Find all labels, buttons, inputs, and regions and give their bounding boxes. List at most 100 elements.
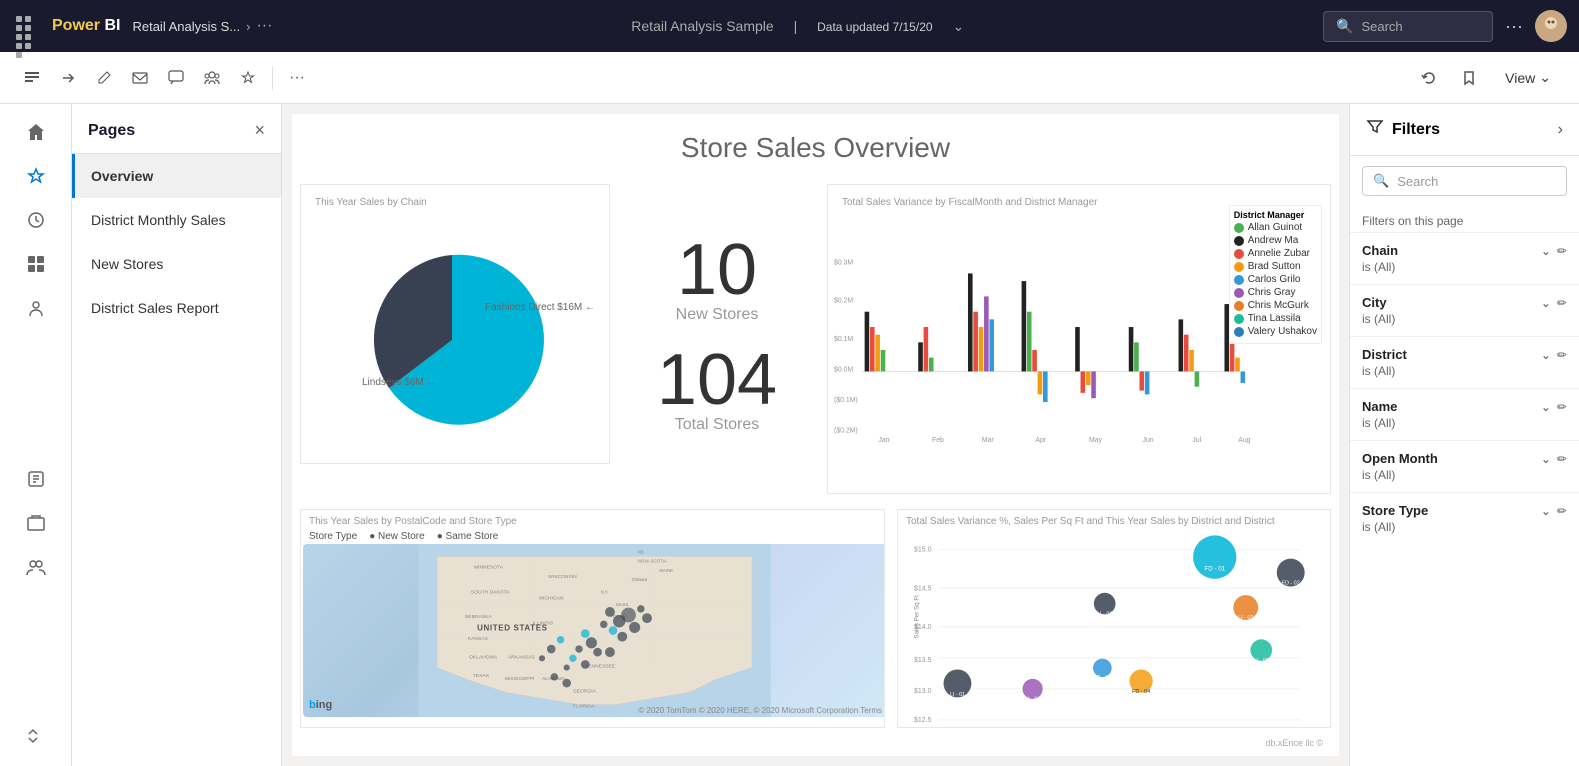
dm-legend-item: Tina Lassila xyxy=(1234,313,1317,324)
chat-button[interactable] xyxy=(160,62,192,94)
page-item-new-stores[interactable]: New Stores xyxy=(72,242,281,286)
svg-text:Aug: Aug xyxy=(1238,437,1250,444)
edit-button[interactable] xyxy=(88,62,120,94)
sidebar-people-icon[interactable] xyxy=(16,288,56,328)
filter-chevron-icon[interactable]: ⌄ xyxy=(1541,296,1551,310)
bar-group-jan: Jan xyxy=(865,312,890,444)
chevron-down-icon[interactable]: ⌄ xyxy=(952,18,964,34)
filter-edit-icon[interactable]: ✏ xyxy=(1557,244,1567,258)
mail-button[interactable] xyxy=(124,62,156,94)
pages-title: Pages xyxy=(88,122,135,140)
sidebar-learn-icon[interactable] xyxy=(16,459,56,499)
title-separator: | xyxy=(794,18,798,34)
filter-edit-icon[interactable]: ✏ xyxy=(1557,296,1567,310)
sidebar-favorites-icon[interactable] xyxy=(16,156,56,196)
filter-edit-icon[interactable]: ✏ xyxy=(1557,400,1567,414)
filter-search[interactable]: 🔍 Search xyxy=(1362,166,1567,196)
sidebar-home-icon[interactable] xyxy=(16,112,56,152)
svg-text:GEORGIA: GEORGIA xyxy=(573,688,597,694)
svg-text:Mar: Mar xyxy=(982,437,995,444)
page-item-district-sales[interactable]: District Sales Report xyxy=(72,286,281,330)
sidebar-recent-icon[interactable] xyxy=(16,200,56,240)
sidebar-workspace-icon[interactable] xyxy=(16,503,56,543)
same-store-legend: ● Same Store xyxy=(437,531,499,542)
svg-text:FD - 01: FD - 01 xyxy=(1204,565,1225,572)
filters-title: Filters xyxy=(1366,118,1440,141)
svg-text:$0.2M: $0.2M xyxy=(834,298,853,305)
avatar[interactable] xyxy=(1535,10,1567,42)
svg-text:NEBRASKA: NEBRASKA xyxy=(465,614,493,620)
reading-view-button[interactable] xyxy=(16,62,48,94)
page-item-district-monthly[interactable]: District Monthly Sales xyxy=(72,198,281,242)
svg-text:$0.0M: $0.0M xyxy=(834,366,853,373)
sidebar-expand-icon[interactable] xyxy=(16,718,56,758)
svg-text:$13.5: $13.5 xyxy=(914,657,932,664)
svg-text:$0.1M: $0.1M xyxy=(834,336,853,343)
page-item-overview[interactable]: Overview xyxy=(72,154,281,198)
filter-chevron-icon[interactable]: ⌄ xyxy=(1541,504,1551,518)
chevron-down-icon: ⌄ xyxy=(1539,69,1551,86)
new-store-legend: ● New Store xyxy=(369,531,425,542)
sidebar-apps-icon[interactable] xyxy=(16,244,56,284)
nav-more-button[interactable]: ··· xyxy=(1505,16,1523,37)
breadcrumb-more[interactable]: ··· xyxy=(256,17,272,35)
kpi-total-stores-value: 104 xyxy=(622,344,812,416)
attribution: db.xEnce llc © xyxy=(1265,738,1323,748)
filter-chevron-icon[interactable]: ⌄ xyxy=(1541,244,1551,258)
svg-text:LI - 02: LI - 02 xyxy=(1097,611,1112,617)
bar-group-may: May xyxy=(1075,327,1102,444)
top-nav: Power BI Retail Analysis S... › ··· Reta… xyxy=(0,0,1579,52)
svg-text:MISSISSIPPI: MISSISSIPPI xyxy=(505,676,534,682)
filter-chevron-icon[interactable]: ⌄ xyxy=(1541,452,1551,466)
svg-text:KANSAS: KANSAS xyxy=(468,636,489,642)
svg-text:$0.3M: $0.3M xyxy=(834,259,853,266)
search-box-nav[interactable]: 🔍 Search xyxy=(1323,11,1493,42)
dm-legend-item: Valery Ushakov xyxy=(1234,326,1317,337)
map-background: MINNESOTA SOUTH DAKOTA WISCONSIN MICHIGA… xyxy=(303,544,885,717)
dm-legend-item: Andrew Ma xyxy=(1234,235,1317,246)
team-button[interactable] xyxy=(196,62,228,94)
dm-legend-item: Annelie Zubar xyxy=(1234,248,1317,259)
filter-chevron-icon[interactable]: ⌄ xyxy=(1541,348,1551,362)
pages-close-button[interactable]: × xyxy=(254,120,265,141)
svg-text:FD - 04: FD - 04 xyxy=(1132,689,1150,695)
dm-legend-item: Carlos Grilo xyxy=(1234,274,1317,285)
svg-text:LI - 04: LI - 04 xyxy=(1025,697,1040,703)
breadcrumb-separator: › xyxy=(246,19,250,34)
arrow-right-button[interactable] xyxy=(52,62,84,94)
filter-edit-icon[interactable]: ✏ xyxy=(1557,348,1567,362)
svg-text:ARKANSAS: ARKANSAS xyxy=(508,654,536,660)
filter-store-type: Store Type ⌄ ✏ is (All) xyxy=(1350,492,1579,544)
bookmark-button[interactable] xyxy=(1453,62,1485,94)
filter-name: Name ⌄ ✏ is (All) xyxy=(1350,388,1579,440)
filter-chain: Chain ⌄ ✏ is (All) xyxy=(1350,232,1579,284)
filter-edit-icon[interactable]: ✏ xyxy=(1557,452,1567,466)
svg-text:NB: NB xyxy=(638,549,644,554)
map-copyright: © 2020 TomTom © 2020 HERE, © 2020 Micros… xyxy=(638,706,882,715)
star-button[interactable] xyxy=(232,62,264,94)
filter-search-placeholder: Search xyxy=(1397,174,1438,189)
filters-on-page-label: Filters on this page xyxy=(1350,206,1579,232)
pie-chart: Fashions Direct $16M ← Lindseys $6M → xyxy=(307,210,597,450)
map-section: This Year Sales by PostalCode and Store … xyxy=(300,509,885,728)
dm-legend-item: Brad Sutton xyxy=(1234,261,1317,272)
view-label: View xyxy=(1505,70,1535,86)
undo-button[interactable] xyxy=(1413,62,1445,94)
filter-chevron-icon[interactable]: ⌄ xyxy=(1541,400,1551,414)
kpi-section: 10 New Stores 104 Total Stores xyxy=(622,234,812,434)
pie-chart-title: This Year Sales by Chain xyxy=(307,191,603,210)
app-grid-icon[interactable] xyxy=(12,12,40,40)
view-button[interactable]: View ⌄ xyxy=(1493,63,1563,92)
filters-expand-button[interactable]: › xyxy=(1558,121,1563,139)
filter-edit-icon[interactable]: ✏ xyxy=(1557,504,1567,518)
filter-funnel-icon xyxy=(1366,118,1384,141)
main-layout: Pages × Overview District Monthly Sales … xyxy=(0,104,1579,766)
breadcrumb-text[interactable]: Retail Analysis S... xyxy=(132,19,240,34)
more-options-button[interactable]: ··· xyxy=(281,62,313,94)
bar-group-jun: Jun xyxy=(1129,327,1154,444)
svg-text:Jun: Jun xyxy=(1143,437,1154,444)
power-bi-logo: Power BI xyxy=(52,17,120,35)
toolbar: ··· View ⌄ xyxy=(0,52,1579,104)
sidebar-groups-icon[interactable] xyxy=(16,547,56,587)
store-type-label: Store Type xyxy=(309,531,357,542)
